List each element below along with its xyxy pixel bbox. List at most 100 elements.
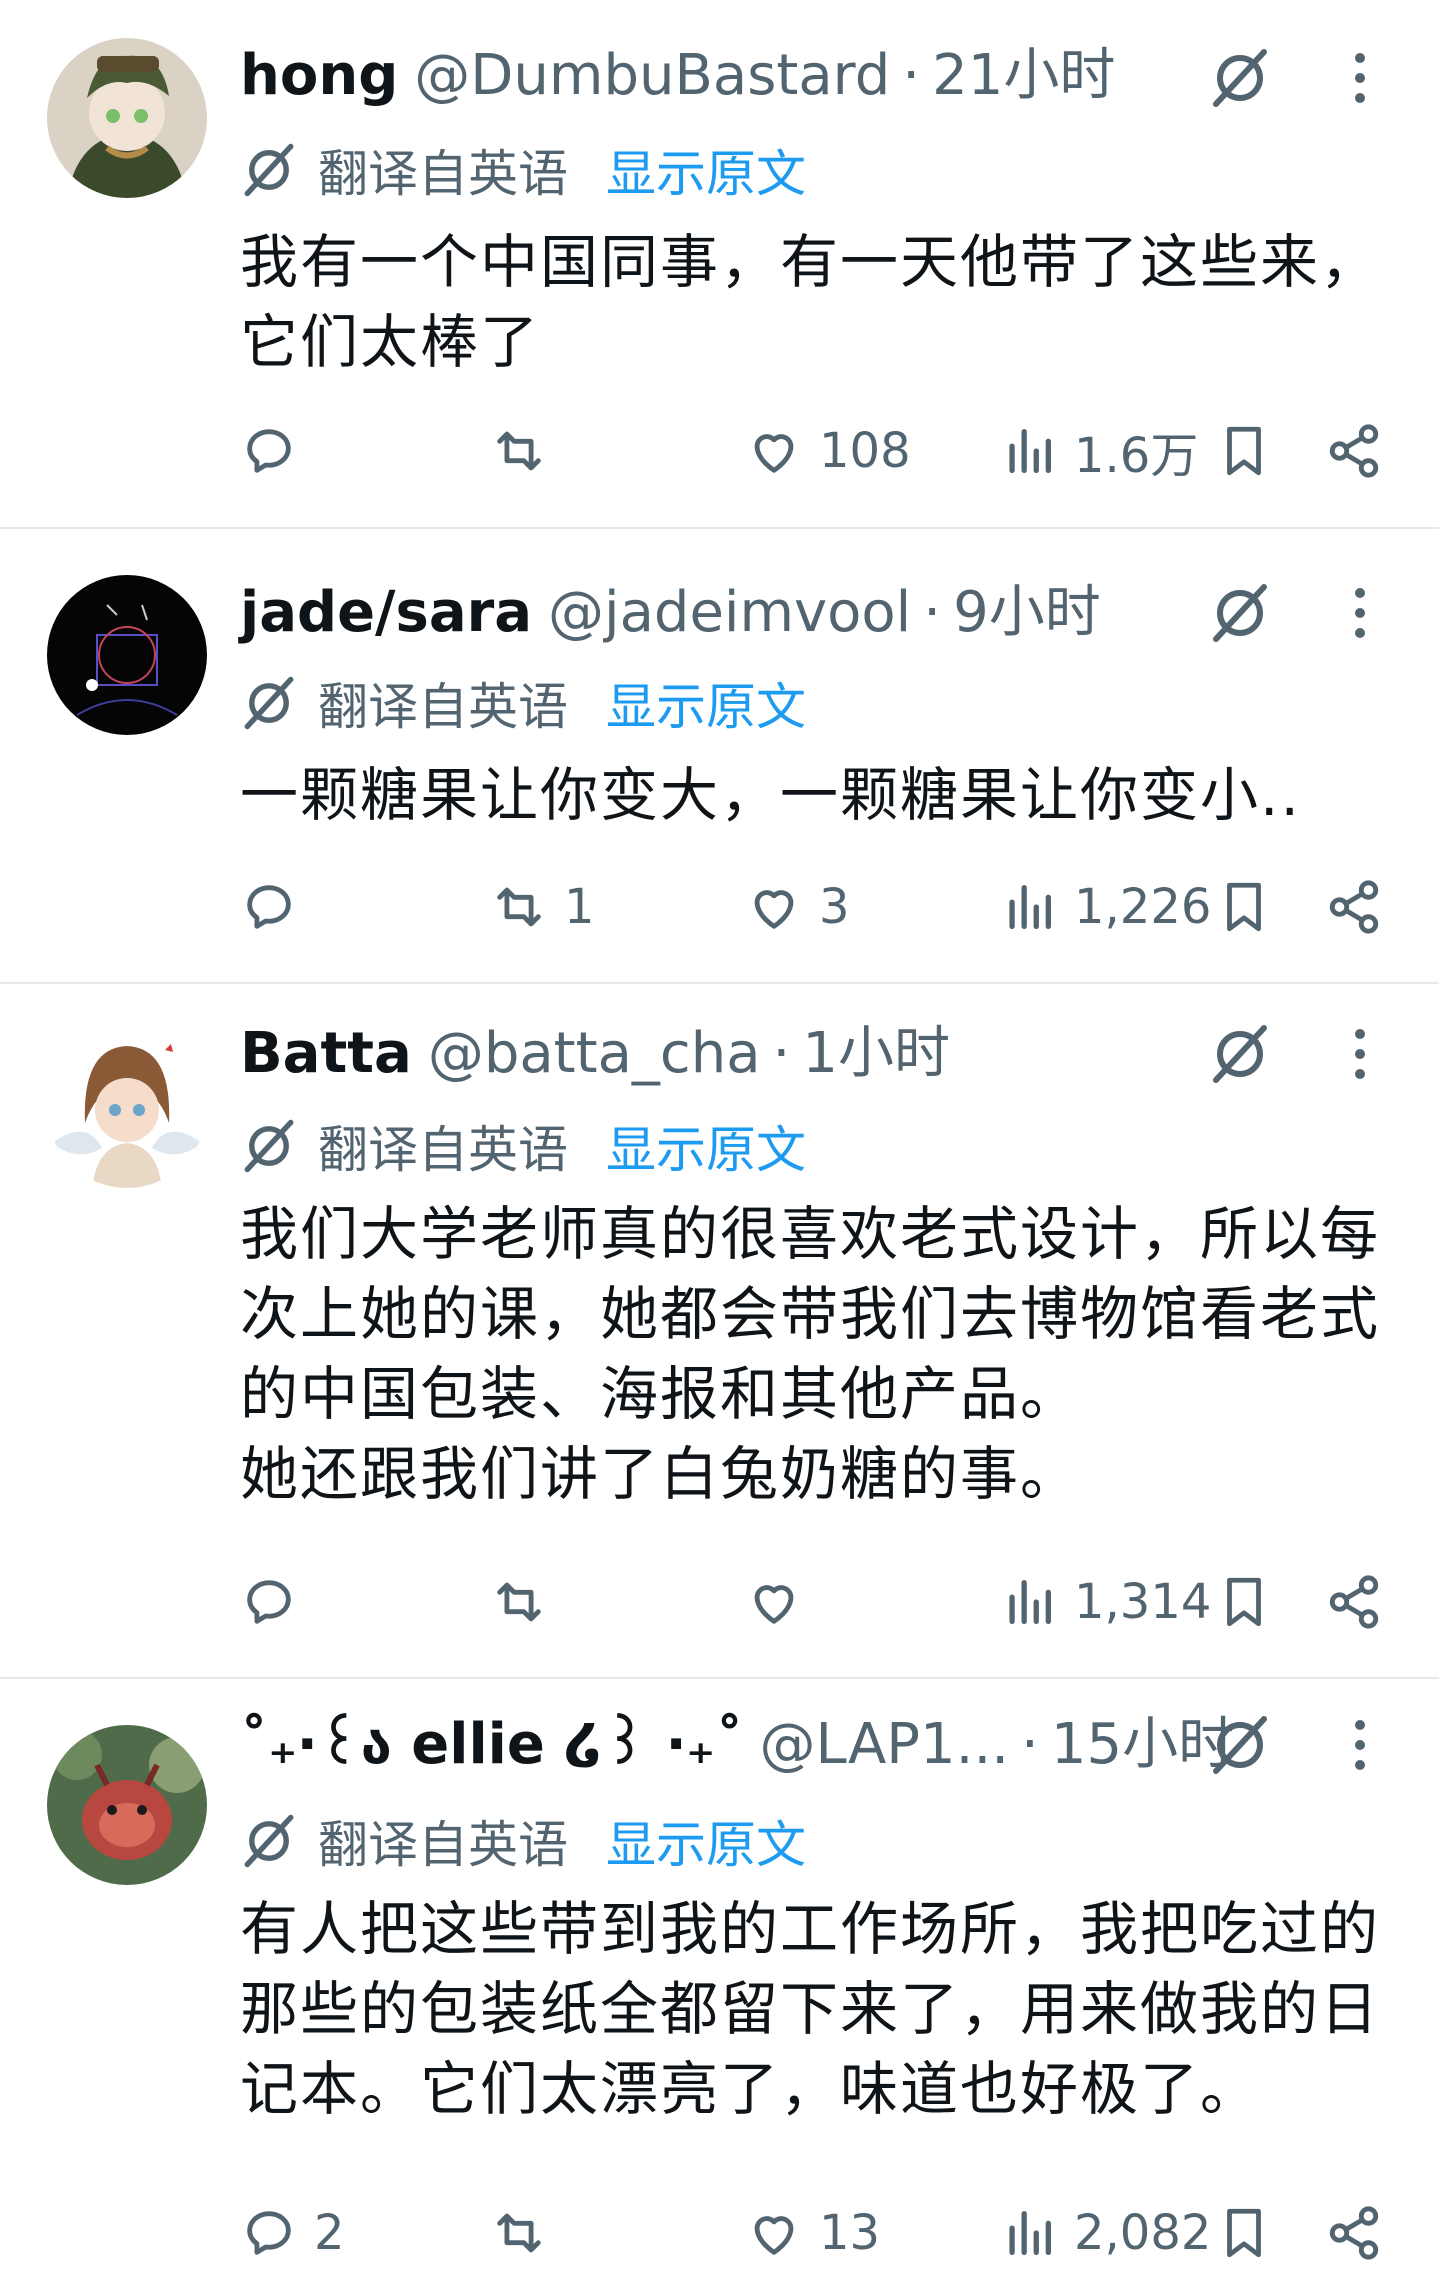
timeline-feed: hong @DumbuBastard · 21小时 翻译自英语 显示原文 我有一… (0, 0, 1439, 2261)
post[interactable]: jade/sara @jadeimvool · 9小时 翻译自英语 显示原文 一… (0, 527, 1439, 984)
reply-button[interactable]: 2 (240, 2193, 345, 2273)
post[interactable]: hong @DumbuBastard · 21小时 翻译自英语 显示原文 我有一… (0, 0, 1439, 529)
avatar[interactable] (47, 1725, 207, 1885)
display-name[interactable]: hong (240, 36, 398, 116)
user-handle[interactable]: @LAP1... (759, 1705, 1009, 1785)
grok-icon[interactable] (1200, 1014, 1280, 1094)
share-button[interactable] (1325, 2193, 1383, 2273)
views-button[interactable]: 1,226 (1000, 867, 1211, 947)
reply-icon (247, 2211, 291, 2255)
heart-icon (754, 890, 794, 929)
like-button[interactable]: 3 (745, 867, 850, 947)
views-chart-icon (1009, 2211, 1051, 2255)
more-vertical-icon[interactable] (1330, 573, 1390, 653)
translated-label: 翻译自英语 (318, 1816, 568, 1874)
post-header: ˚₊‧꒰ა ellie ໒꒱ ‧₊˚ @LAP1... · 15小时 (240, 1705, 1234, 1785)
heart-icon (754, 2216, 794, 2255)
views-button[interactable]: 2,082 (1000, 2193, 1211, 2273)
reply-button[interactable] (240, 411, 314, 491)
share-button[interactable] (1325, 411, 1383, 491)
post[interactable]: Batta @batta_cha · 1小时 翻译自英语 显示原文 我们大学老师… (0, 982, 1439, 1679)
post-text: 一颗糖果让你变大，一颗糖果让你变小.. (240, 761, 1301, 829)
translated-label: 翻译自英语 (318, 1121, 568, 1179)
like-button[interactable]: 13 (745, 2193, 880, 2273)
avatar[interactable] (47, 575, 207, 735)
more-vertical-icon[interactable] (1330, 1014, 1390, 1094)
share-button[interactable] (1325, 867, 1383, 947)
more-vertical-icon[interactable] (1330, 38, 1390, 118)
separator-dot: · (1021, 1712, 1039, 1777)
like-button[interactable]: 108 (745, 411, 911, 491)
like-count: 3 (819, 879, 850, 935)
post-text: 有人把这些带到我的工作场所，我把吃过的 那些的包装纸全都留下来了，用来做我的日 … (240, 1895, 1381, 2123)
show-original-link[interactable]: 显示原文 (606, 667, 806, 739)
post-time[interactable]: 21小时 (932, 36, 1115, 116)
user-handle[interactable]: @batta_cha (428, 1014, 761, 1094)
share-button[interactable] (1325, 1562, 1383, 1642)
bookmark-icon (1227, 426, 1261, 476)
share-icon (1329, 880, 1379, 934)
show-original-link[interactable]: 显示原文 (606, 1110, 806, 1182)
views-count: 1.6万 (1074, 428, 1199, 484)
display-name[interactable]: jade/sara (240, 573, 532, 653)
views-button[interactable]: 1.6万 (1000, 411, 1198, 491)
action-bar: 1 3 1,226 (240, 867, 1400, 947)
display-name[interactable]: Batta (240, 1014, 412, 1094)
avatar[interactable] (47, 38, 207, 198)
post-header: Batta @batta_cha · 1小时 (240, 1014, 950, 1094)
post-time[interactable]: 9小时 (953, 573, 1101, 653)
post-header: jade/sara @jadeimvool · 9小时 (240, 573, 1101, 653)
repost-button[interactable]: 1 (490, 867, 595, 947)
grok-icon[interactable] (1200, 38, 1280, 118)
reply-count: 2 (314, 2205, 345, 2261)
bookmark-button[interactable] (1215, 2193, 1273, 2273)
reply-icon (247, 1580, 291, 1624)
action-bar: 1,314 (240, 1562, 1400, 1642)
translate-icon (240, 141, 298, 199)
avatar[interactable] (47, 1028, 207, 1188)
grok-icon[interactable] (1200, 573, 1280, 653)
translated-label: 翻译自英语 (318, 678, 568, 736)
repost-button[interactable] (490, 411, 564, 491)
views-button[interactable]: 1,314 (1000, 1562, 1211, 1642)
display-name[interactable]: ˚₊‧꒰ა ellie ໒꒱ ‧₊˚ (240, 1705, 743, 1785)
views-chart-icon (1009, 429, 1051, 473)
reply-button[interactable] (240, 867, 314, 947)
translate-icon (240, 1812, 298, 1870)
repost-icon (497, 2213, 541, 2253)
user-handle[interactable]: @jadeimvool (548, 573, 911, 653)
like-count: 13 (819, 2205, 881, 2261)
views-count: 1,314 (1074, 1574, 1212, 1630)
repost-icon (497, 1582, 541, 1622)
separator-dot: · (772, 1021, 791, 1086)
views-count: 1,226 (1074, 879, 1212, 935)
bookmark-icon (1227, 1577, 1261, 1627)
post[interactable]: ˚₊‧꒰ა ellie ໒꒱ ‧₊˚ @LAP1... · 15小时 翻译自英语… (0, 1677, 1439, 2261)
views-count: 2,082 (1074, 2205, 1212, 2261)
reply-icon (247, 885, 291, 929)
post-text: 我们大学老师真的很喜欢老式设计，所以每 次上她的课，她都会带我们去博物馆看老式 … (240, 1200, 1381, 1508)
show-original-link[interactable]: 显示原文 (606, 134, 806, 206)
bookmark-button[interactable] (1215, 867, 1273, 947)
post-time[interactable]: 1小时 (802, 1014, 950, 1094)
more-vertical-icon[interactable] (1330, 1705, 1390, 1785)
translation-bar: 翻译自英语 显示原文 (240, 130, 806, 210)
bookmark-button[interactable] (1215, 1562, 1273, 1642)
translation-bar: 翻译自英语 显示原文 (240, 663, 806, 743)
grok-icon[interactable] (1200, 1705, 1280, 1785)
repost-button[interactable] (490, 1562, 564, 1642)
reply-button[interactable] (240, 1562, 314, 1642)
translation-bar: 翻译自英语 显示原文 (240, 1106, 806, 1186)
show-original-link[interactable]: 显示原文 (606, 1805, 806, 1877)
post-header: hong @DumbuBastard · 21小时 (240, 36, 1115, 116)
user-handle[interactable]: @DumbuBastard (414, 36, 890, 116)
heart-icon (754, 434, 794, 473)
views-chart-icon (1009, 885, 1051, 929)
translation-bar: 翻译自英语 显示原文 (240, 1801, 806, 1881)
bookmark-button[interactable] (1215, 411, 1273, 491)
translate-icon (240, 674, 298, 732)
repost-button[interactable] (490, 2193, 564, 2273)
post-text: 我有一个中国同事，有一天他带了这些来， 它们太棒了 (240, 228, 1381, 376)
like-button[interactable] (745, 1562, 819, 1642)
repost-count: 1 (564, 879, 595, 935)
